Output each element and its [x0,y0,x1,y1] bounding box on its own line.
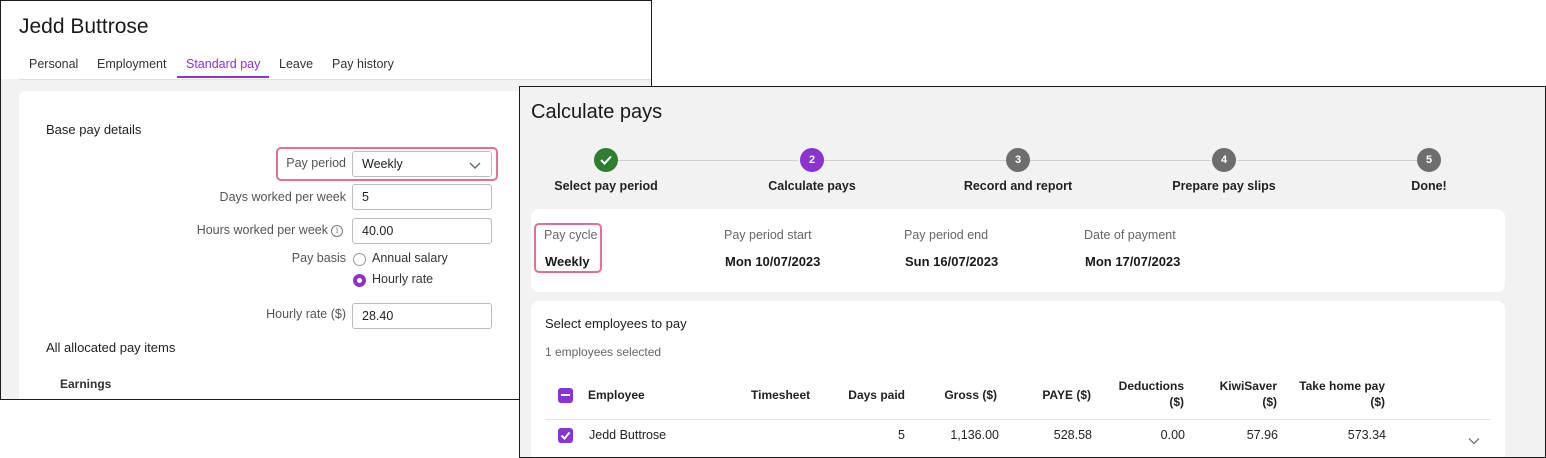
step-connector [824,160,1006,161]
pay-period-summary-card: Pay cycle Weekly Pay period start Mon 10… [531,209,1505,292]
row-take-home-pay: 573.34 [1347,428,1386,442]
tab-employment[interactable]: Employment [97,57,166,71]
employee-name: Jedd Buttrose [19,15,149,38]
employee-row-checkbox[interactable] [558,428,573,443]
step-connector [1237,160,1417,161]
step-4-circle: 4 [1212,148,1236,172]
row-days-paid: 5 [898,428,905,442]
employee-header: Jedd Buttrose Personal Employment Standa… [1,1,651,80]
hours-worked-label: Hours worked per week [196,223,328,237]
selected-count: 1 employees selected [545,345,662,359]
tab-standard-pay[interactable]: Standard pay [186,57,260,71]
page-title: Calculate pays [531,101,663,123]
pay-period-start-value: Mon 10/07/2023 [725,254,821,269]
col-take-home-line-1: Take home pay [1299,379,1385,393]
active-tab-indicator [177,76,269,78]
expand-row-chevron-icon[interactable] [1468,432,1480,450]
step-2-circle: 2 [800,148,824,172]
col-kiwisaver[interactable]: KiwiSaver ($) [1187,378,1277,410]
col-timesheet: Timesheet [751,388,811,402]
select-all-checkbox[interactable] [558,388,573,403]
row-gross: 1,136.00 [950,428,999,442]
base-pay-title: Base pay details [46,122,142,137]
col-take-home-pay[interactable]: Take home pay ($) [1281,378,1385,410]
step-3-circle: 3 [1006,148,1030,172]
earnings-title: Earnings [60,377,112,391]
table-divider [545,419,1490,420]
hourly-rate-input[interactable]: 28.40 [352,303,492,329]
chevron-down-icon [469,159,481,173]
days-worked-label: Days worked per week [219,190,346,204]
select-employees-title: Select employees to pay [545,316,687,331]
col-days-paid[interactable]: Days paid [831,387,905,403]
col-paye[interactable]: PAYE ($) [1011,387,1091,403]
step-4-label: Prepare pay slips [1172,179,1276,193]
radio-annual-salary[interactable] [353,253,366,266]
row-employee-name: Jedd Buttrose [589,428,667,442]
date-of-payment-value: Mon 17/07/2023 [1085,254,1181,269]
pay-period-label: Pay period [286,156,346,170]
pay-period-value: Weekly [362,157,403,171]
pay-period-end-label: Pay period end [904,228,989,242]
pay-period-start-label: Pay period start [724,228,812,242]
tab-pay-history[interactable]: Pay history [332,57,394,71]
days-worked-input[interactable]: 5 [352,184,492,210]
col-deductions[interactable]: Deductions ($) [1094,378,1184,410]
radio-hourly-rate[interactable] [353,274,366,287]
pay-cycle-label: Pay cycle [544,228,598,242]
row-deductions: 0.00 [1160,428,1185,442]
pay-period-select[interactable]: Weekly [352,151,492,177]
step-1-circle [594,148,618,172]
info-icon[interactable]: i [331,225,343,237]
employee-tabs: Personal Employment Standard pay Leave P… [19,55,651,80]
col-kiwisaver-line-2: ($) [1262,395,1277,409]
select-employees-card: Select employees to pay 1 employees sele… [531,301,1505,457]
check-icon [560,431,571,440]
col-employee[interactable]: Employee [588,387,645,403]
step-connector [618,160,798,161]
row-paye: 528.58 [1053,428,1092,442]
col-gross[interactable]: Gross ($) [921,387,997,403]
step-5-label: Done! [1411,179,1447,193]
step-2-label[interactable]: Calculate pays [768,179,856,193]
hourly-rate-label: Hourly rate ($) [266,307,346,321]
pay-cycle-value: Weekly [545,254,590,269]
radio-annual-salary-label: Annual salary [372,251,448,265]
check-icon [600,155,612,165]
step-1-label[interactable]: Select pay period [554,179,658,193]
indeterminate-icon [561,394,570,396]
hours-worked-input[interactable]: 40.00 [352,218,492,244]
col-take-home-line-2: ($) [1370,395,1385,409]
row-kiwisaver: 57.96 [1246,428,1278,442]
pay-basis-label: Pay basis [291,251,346,265]
tab-personal[interactable]: Personal [29,57,78,71]
calculate-pays-window: Calculate pays 2 3 4 5 Select pay period… [519,86,1546,458]
col-kiwisaver-line-1: KiwiSaver [1219,379,1277,393]
radio-hourly-rate-label: Hourly rate [372,272,434,286]
tab-leave[interactable]: Leave [279,57,313,71]
col-deductions-line-1: Deductions [1118,379,1184,393]
col-deductions-line-2: ($) [1169,395,1184,409]
date-of-payment-label: Date of payment [1084,228,1176,242]
pay-period-end-value: Sun 16/07/2023 [905,254,999,269]
step-connector [1030,160,1211,161]
step-3-label: Record and report [963,179,1073,193]
allocated-pay-items-title: All allocated pay items [46,340,176,355]
step-5-circle: 5 [1417,148,1441,172]
